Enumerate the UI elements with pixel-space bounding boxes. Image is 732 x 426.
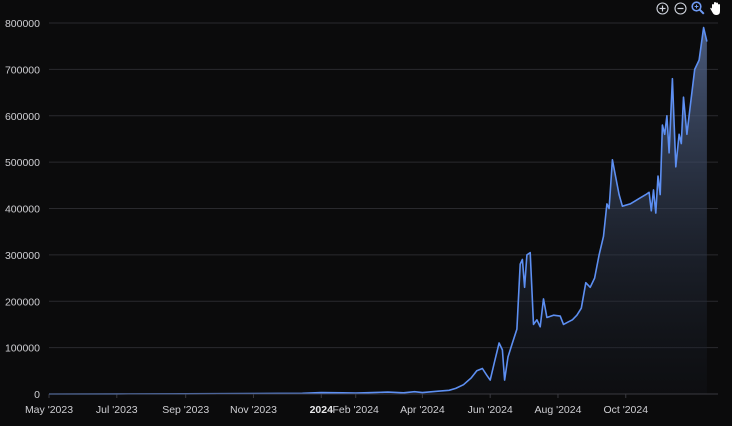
- y-tick-label: 0: [34, 389, 40, 401]
- x-tick-label: Feb '2024: [333, 404, 380, 416]
- x-tick-label: Jul '2023: [96, 404, 138, 416]
- zoom-out-icon[interactable]: [672, 0, 688, 16]
- y-tick-label: 400000: [5, 204, 40, 216]
- x-tick-label: Sep '2023: [162, 404, 209, 416]
- y-tick-label: 800000: [5, 18, 40, 30]
- x-tick-label: Apr '2024: [400, 404, 445, 416]
- x-tick-label: May '2023: [25, 404, 73, 416]
- series-area: [49, 27, 707, 394]
- x-tick-label: Nov '2023: [230, 404, 277, 416]
- x-tick-label: Oct '2024: [603, 404, 648, 416]
- pan-hand-icon[interactable]: [708, 0, 724, 16]
- y-tick-label: 700000: [5, 64, 40, 76]
- y-tick-label: 200000: [5, 296, 40, 308]
- magnifier-zoom-icon[interactable]: [690, 0, 706, 16]
- y-tick-label: 600000: [5, 111, 40, 123]
- y-tick-label: 300000: [5, 250, 40, 262]
- chart-canvas[interactable]: 0 100000 200000 300000 400000 500000 600000 700…: [0, 0, 732, 426]
- zoom-in-icon[interactable]: [654, 0, 670, 16]
- x-tick-label: Aug '2024: [534, 404, 581, 416]
- x-axis-ticks: May '2023 Jul '2023 Sep '2023 Nov '2023 2024…: [25, 394, 648, 416]
- y-tick-label: 100000: [5, 343, 40, 355]
- chart-toolbar: [654, 0, 724, 16]
- y-axis-ticks: 0 100000 200000 300000 400000 500000 600000 700…: [5, 18, 40, 401]
- x-tick-label: Jun '2024: [468, 404, 513, 416]
- x-tick-label: 2024: [310, 404, 334, 416]
- y-tick-label: 500000: [5, 157, 40, 169]
